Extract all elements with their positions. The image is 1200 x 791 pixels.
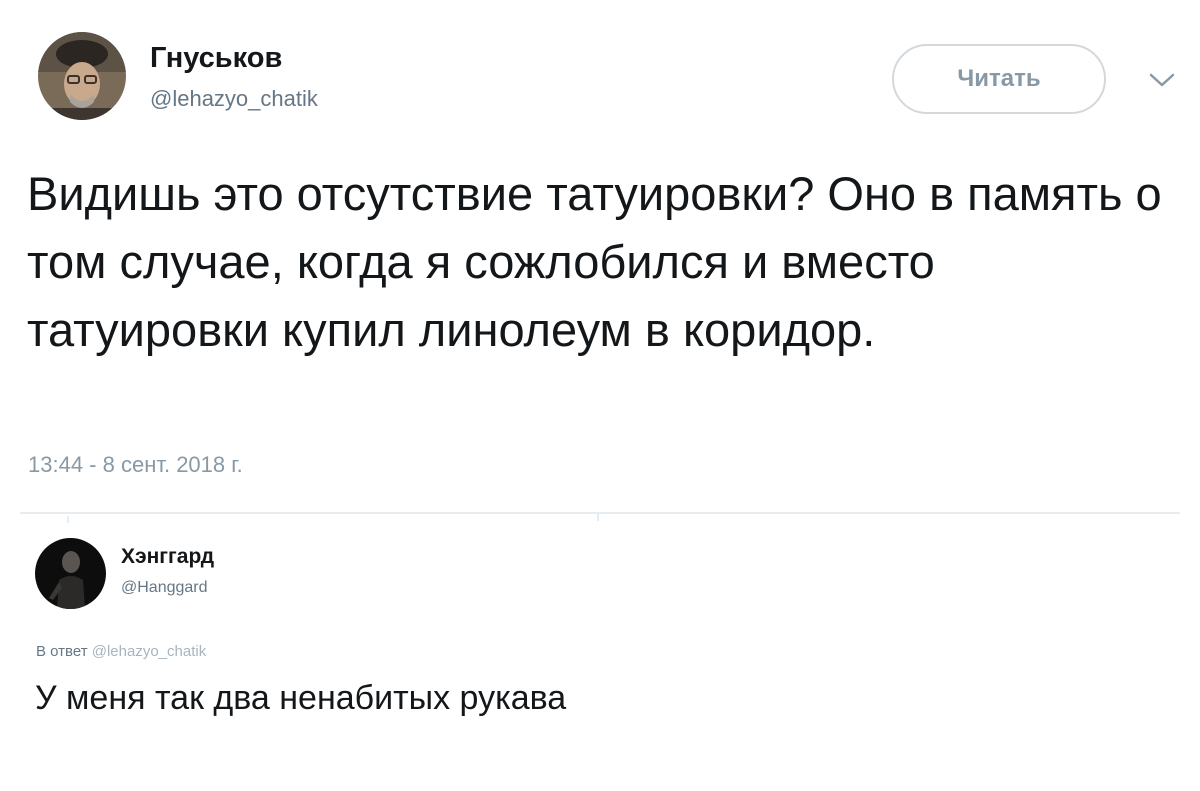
follow-button[interactable]: Читать (892, 44, 1106, 114)
author-display-name[interactable]: Гнуськов (150, 42, 282, 75)
author-avatar[interactable] (38, 32, 126, 120)
reply-context: В ответ @lehazyo_chatik (36, 643, 206, 660)
reply-author-avatar-image (35, 538, 106, 609)
chevron-down-icon[interactable] (1148, 70, 1176, 90)
author-avatar-image (38, 32, 126, 120)
reply-text: У меня так два ненабитых рукава (35, 679, 567, 717)
reply-to-label: В ответ (36, 643, 88, 660)
reply-author-display-name[interactable]: Хэнггард (121, 545, 214, 569)
reply-author-avatar[interactable] (35, 538, 106, 609)
tweet-text: Видишь это отсутствие татуировки? Оно в … (27, 167, 1162, 356)
reply-author-handle[interactable]: @Hanggard (121, 579, 208, 597)
reply-to-handle-link[interactable]: @lehazyo_chatik (92, 643, 206, 660)
divider-tick (67, 516, 69, 523)
divider-tick (597, 514, 599, 521)
author-handle[interactable]: @lehazyo_chatik (150, 86, 318, 112)
divider (20, 512, 1180, 514)
tweet-timestamp[interactable]: 13:44 - 8 сент. 2018 г. (28, 452, 243, 478)
